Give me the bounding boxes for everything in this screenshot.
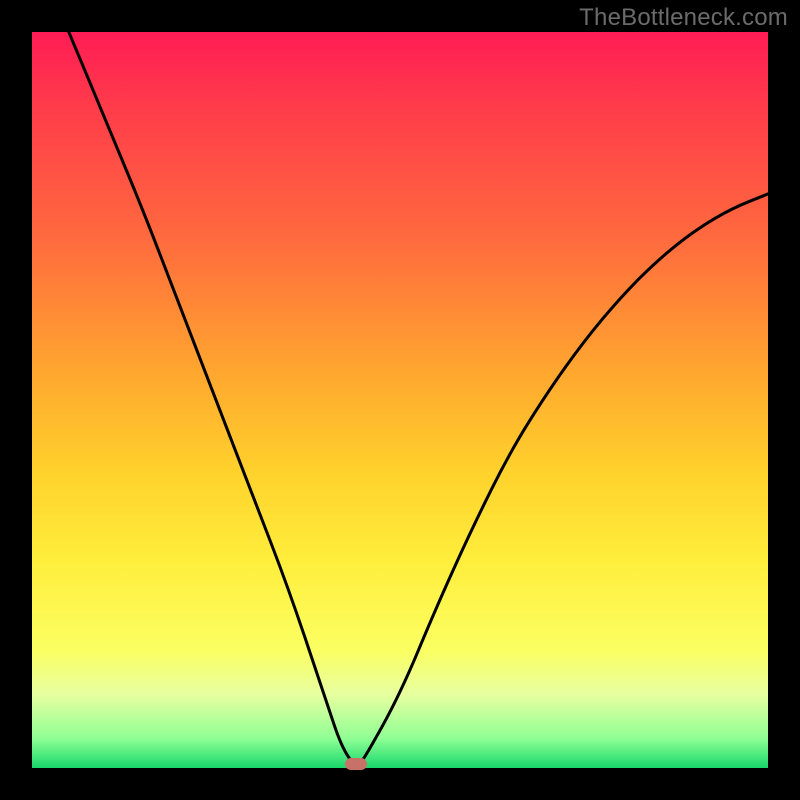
plot-area [32,32,768,768]
chart-frame: TheBottleneck.com [0,0,800,800]
watermark-label: TheBottleneck.com [579,4,788,32]
curve-path [69,32,768,765]
bottleneck-curve [32,32,768,768]
minimum-marker [345,758,367,770]
